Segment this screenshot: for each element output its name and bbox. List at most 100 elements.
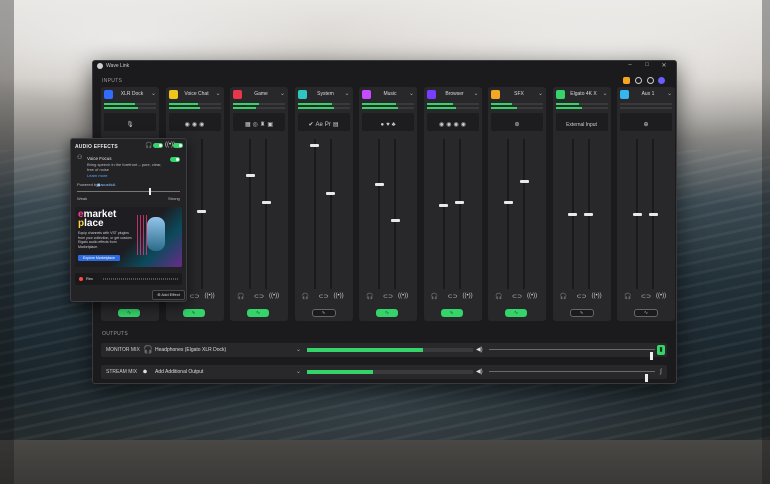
fader-knob[interactable] bbox=[326, 191, 335, 195]
output-device-select[interactable]: Add Additional Output bbox=[155, 369, 203, 375]
chevron-down-icon[interactable]: ⌄ bbox=[215, 90, 220, 97]
channel-apps[interactable]: 🎙 bbox=[104, 113, 156, 131]
headphones-icon[interactable]: 🎧 bbox=[237, 293, 244, 300]
learn-more-link[interactable]: Learn more bbox=[87, 173, 107, 178]
explore-marketplace-button[interactable]: Explore Marketplace bbox=[78, 255, 120, 261]
stream-icon[interactable]: ((•)) bbox=[656, 293, 666, 299]
stream-icon[interactable]: ((•)) bbox=[527, 293, 537, 299]
stream-icon[interactable]: ((•)) bbox=[269, 293, 279, 299]
chevron-down-icon[interactable]: ⌄ bbox=[296, 346, 301, 353]
monitor-mix-fader[interactable] bbox=[249, 139, 251, 289]
fader-knob[interactable] bbox=[519, 179, 529, 183]
output-device-select[interactable]: Headphones (Elgato XLR Dock) bbox=[155, 347, 226, 353]
title-bar[interactable]: Wave Link – □ ✕ bbox=[93, 61, 676, 73]
link-icon[interactable]: ⊂⊃ bbox=[254, 293, 264, 300]
stream-mix-fader[interactable] bbox=[394, 139, 396, 289]
chevron-down-icon[interactable]: ⌄ bbox=[409, 90, 414, 97]
channel-header[interactable]: Music ⌄ bbox=[362, 90, 414, 100]
headphones-icon[interactable]: 🎧 bbox=[624, 293, 631, 300]
fader-knob[interactable] bbox=[374, 182, 384, 186]
fader-knob[interactable] bbox=[568, 212, 577, 216]
monitor-mix-fader[interactable] bbox=[442, 139, 445, 289]
stream-icon[interactable]: ((•)) bbox=[592, 293, 602, 299]
stream-icon[interactable]: ((•)) bbox=[205, 293, 215, 299]
chevron-down-icon[interactable]: ⌄ bbox=[296, 368, 301, 375]
effects-toggle-button[interactable]: ∿ bbox=[311, 309, 336, 317]
fader-knob[interactable] bbox=[632, 212, 642, 216]
stream-icon[interactable]: ((•)) bbox=[463, 293, 473, 299]
headphones-icon[interactable]: 🎧 bbox=[431, 293, 438, 300]
output-volume-slider[interactable] bbox=[489, 371, 655, 382]
grid-icon[interactable] bbox=[623, 77, 630, 84]
headphones-icon[interactable]: 🎧 bbox=[145, 142, 152, 149]
fader-knob[interactable] bbox=[439, 203, 448, 207]
link-icon[interactable]: ⊂⊃ bbox=[512, 293, 522, 300]
maximize-button[interactable]: □ bbox=[642, 62, 652, 68]
slider-knob[interactable] bbox=[149, 188, 151, 195]
channel-header[interactable]: Voice Chat ⌄ bbox=[168, 90, 221, 100]
monitor-mix-fader[interactable] bbox=[313, 139, 316, 289]
link-icon[interactable]: ⊂⊃ bbox=[641, 293, 651, 300]
headphones-icon[interactable]: 🎧 bbox=[302, 293, 309, 300]
channel-header[interactable]: Game ⌄ bbox=[233, 90, 285, 100]
channel-header[interactable]: Browser ⌄ bbox=[426, 90, 479, 100]
channel-apps[interactable]: ▦ ◎ ♜ ▣ bbox=[233, 113, 285, 131]
channel-apps[interactable]: ● ♥ ♣ bbox=[362, 113, 414, 131]
monitor-effects-switch[interactable] bbox=[153, 143, 163, 148]
chevron-down-icon[interactable]: ⌄ bbox=[151, 90, 156, 97]
channel-header[interactable]: XLR Dock ⌄ bbox=[104, 90, 156, 100]
voice-focus-slider[interactable] bbox=[77, 188, 180, 195]
fader-knob[interactable] bbox=[197, 209, 206, 213]
fader-knob[interactable] bbox=[648, 212, 658, 216]
channel-apps[interactable]: ✔ Ae Pr ▤ bbox=[297, 113, 350, 131]
fader-knob[interactable] bbox=[455, 200, 464, 204]
close-button[interactable]: ✕ bbox=[659, 62, 669, 69]
channel-apps[interactable]: ⊛ bbox=[491, 113, 543, 131]
channel-apps[interactable]: ⊕ bbox=[620, 113, 672, 131]
stream-mix-fader[interactable] bbox=[200, 139, 203, 289]
link-icon[interactable]: ⊂⊃ bbox=[448, 293, 458, 300]
output-volume-slider[interactable] bbox=[489, 349, 655, 360]
fader-knob[interactable] bbox=[245, 173, 255, 177]
output-toggle-button[interactable]: ▮ bbox=[657, 345, 665, 355]
headphones-icon[interactable]: 🎧 bbox=[366, 293, 373, 300]
effects-toggle-button[interactable]: ∿ bbox=[505, 309, 527, 317]
stream-mix-fader[interactable] bbox=[265, 139, 267, 289]
record-icon[interactable] bbox=[79, 277, 83, 281]
effects-toggle-button[interactable]: ∿ bbox=[118, 309, 140, 317]
chevron-down-icon[interactable]: ⌄ bbox=[473, 90, 478, 97]
fader-knob[interactable] bbox=[584, 212, 593, 216]
speaker-icon[interactable]: ◀) bbox=[476, 346, 483, 353]
stream-mix-fader[interactable] bbox=[523, 139, 525, 289]
chevron-down-icon[interactable]: ⌄ bbox=[280, 90, 285, 97]
stream-mix-fader[interactable] bbox=[329, 139, 332, 289]
link-icon[interactable]: ⊂⊃ bbox=[319, 293, 329, 300]
chevron-down-icon[interactable]: ⌄ bbox=[538, 90, 543, 97]
effects-toggle-button[interactable]: ∿ bbox=[247, 309, 269, 317]
channel-apps[interactable]: ◉ ◉ ◉ bbox=[168, 113, 221, 131]
output-toggle-button[interactable]: ∫ bbox=[657, 367, 665, 377]
stream-icon[interactable]: ((•)) bbox=[334, 293, 344, 299]
channel-header[interactable]: SFX ⌄ bbox=[491, 90, 543, 100]
volume-slider-knob[interactable] bbox=[650, 352, 653, 360]
effects-toggle-button[interactable]: ∿ bbox=[634, 309, 658, 317]
fader-knob[interactable] bbox=[310, 143, 319, 147]
monitor-mix-fader[interactable] bbox=[507, 139, 509, 289]
stream-mix-fader[interactable] bbox=[458, 139, 461, 289]
channel-header[interactable]: System ⌄ bbox=[297, 90, 350, 100]
link-icon[interactable]: ⊂⊃ bbox=[383, 293, 393, 300]
channel-apps[interactable]: ◉ ◉ ◉ ◉ bbox=[426, 113, 479, 131]
chevron-down-icon[interactable]: ⌄ bbox=[667, 90, 672, 97]
chevron-down-icon[interactable]: ⌄ bbox=[602, 90, 607, 97]
monitor-mix-fader[interactable] bbox=[378, 139, 380, 289]
effects-toggle-button[interactable]: ∿ bbox=[440, 309, 463, 317]
effects-toggle-button[interactable]: ∿ bbox=[376, 309, 398, 317]
link-icon[interactable]: ⊂⊃ bbox=[577, 293, 587, 300]
volume-slider-knob[interactable] bbox=[645, 374, 648, 382]
fader-knob[interactable] bbox=[261, 200, 271, 204]
headphones-icon[interactable]: 🎧 bbox=[495, 293, 502, 300]
gear-icon[interactable] bbox=[647, 77, 654, 84]
channel-header[interactable]: Elgato 4K X ⌄ bbox=[555, 90, 608, 100]
headphones-icon[interactable]: 🎧 bbox=[560, 293, 567, 300]
fader-knob[interactable] bbox=[503, 200, 513, 204]
